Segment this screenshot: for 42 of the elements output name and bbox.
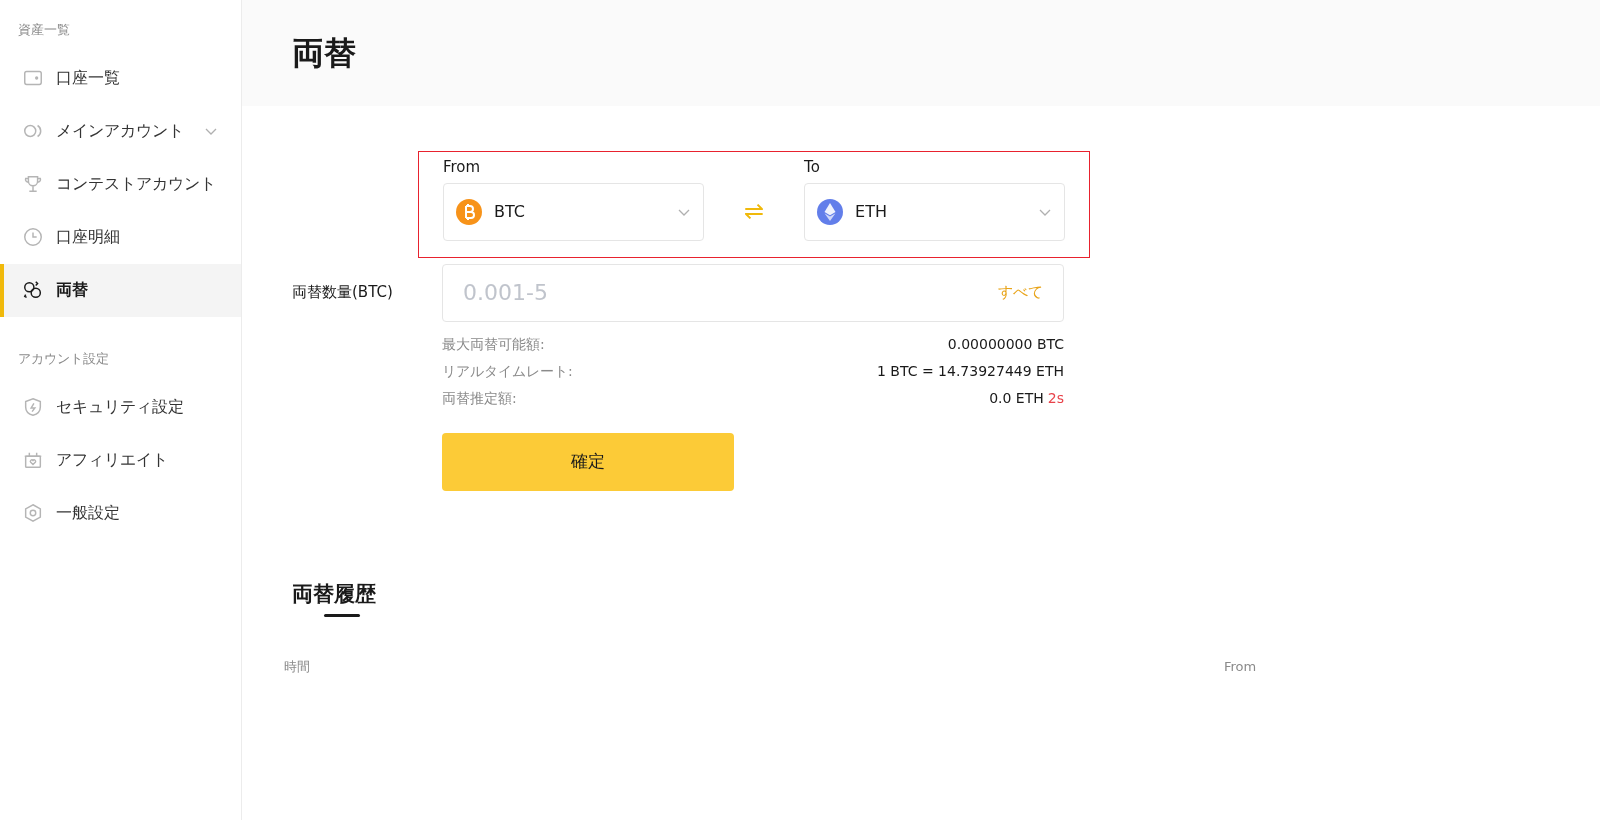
sidebar-label: 両替 xyxy=(56,279,88,301)
sidebar-item[interactable]: 口座明細 xyxy=(0,210,241,264)
info-value: 1 BTC = 14.73927449 ETH xyxy=(877,361,1064,381)
sidebar-item[interactable]: セキュリティ設定 xyxy=(0,380,241,433)
exchange-icon xyxy=(22,279,44,301)
info-label: 最大両替可能額: xyxy=(442,334,545,354)
hexagon-icon xyxy=(22,501,44,524)
section-heading: 資産一覧 xyxy=(17,21,71,39)
sidebar-item[interactable]: 口座一覧 xyxy=(0,51,241,105)
info-label: 両替推定額: xyxy=(442,388,517,408)
page-title: 両替 xyxy=(292,33,356,74)
currency-select[interactable]: ETH xyxy=(804,182,1065,241)
sidebar-label: メインアカウント xyxy=(56,120,184,142)
sidebar-label: コンテストアカウント xyxy=(56,173,216,195)
info-value: 0.00000000 BTC xyxy=(947,334,1064,354)
sidebar-label: 一般設定 xyxy=(56,501,120,524)
amount-label: 両替数量(BTC) xyxy=(292,282,394,304)
trophy-icon xyxy=(22,173,44,195)
currency-select[interactable]: BTC xyxy=(443,182,704,241)
field-label: To xyxy=(804,157,821,178)
sidebar-label: アフィリエイト xyxy=(56,448,168,471)
sidebar-label: セキュリティ設定 xyxy=(56,395,184,418)
info-label: リアルタイムレート: xyxy=(442,361,573,381)
sidebar-item[interactable]: アフィリエイト xyxy=(0,433,241,486)
history-tab[interactable]: 両替履歴 xyxy=(292,578,376,610)
sidebar-label: 口座明細 xyxy=(56,226,120,248)
countdown: 2s xyxy=(1047,388,1064,408)
field-label: From xyxy=(443,157,482,178)
section-heading: アカウント設定 xyxy=(17,349,110,368)
sidebar-item[interactable]: コンテストアカウント xyxy=(0,157,241,211)
bitcoin-icon xyxy=(456,198,482,225)
column-header: From xyxy=(1224,658,1257,676)
confirm-button[interactable]: 確定 xyxy=(442,432,734,491)
sidebar-item[interactable]: 一般設定 xyxy=(0,486,241,539)
sidebar-item[interactable]: 両替 xyxy=(0,263,241,317)
column-header: 時間 xyxy=(284,658,311,676)
sidebar-label: 口座一覧 xyxy=(56,67,120,89)
shield-icon xyxy=(22,395,44,418)
ethereum-icon xyxy=(817,198,844,225)
clock-icon xyxy=(22,226,44,248)
info-value: 0.0 ETH xyxy=(989,388,1044,408)
sidebar-item[interactable]: メインアカウント xyxy=(0,104,241,158)
